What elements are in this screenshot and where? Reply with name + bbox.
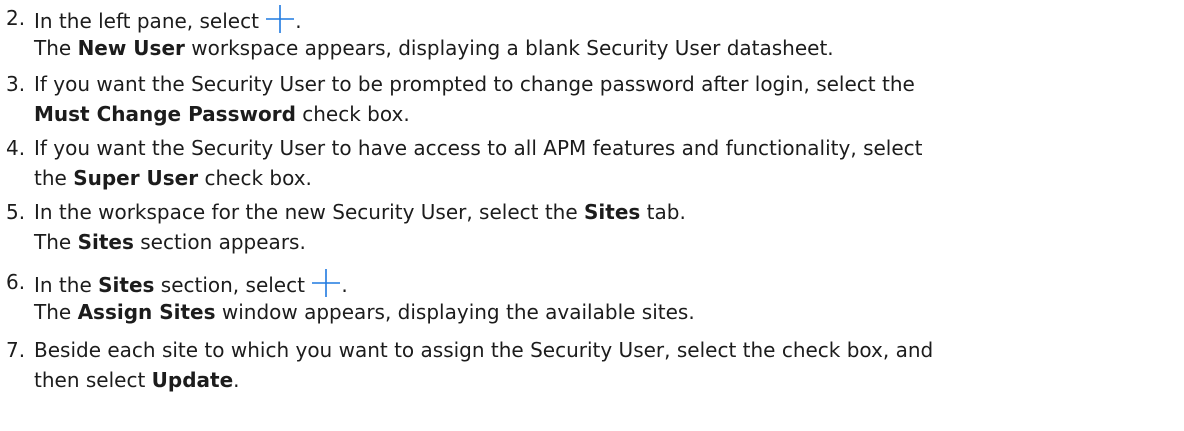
step-result: The Sites section appears.	[34, 230, 306, 254]
step-text: If you want the Security User to be prom…	[34, 72, 915, 96]
plus-icon	[311, 268, 341, 298]
step-number: 3.	[6, 72, 26, 96]
step-number: 7.	[6, 338, 26, 362]
plus-icon	[265, 4, 295, 34]
step-text-continued: then select Update.	[34, 368, 240, 392]
step-text: In the Sites section, select .	[34, 268, 348, 299]
step-number: 5.	[6, 200, 26, 224]
update-label: Update	[151, 368, 234, 392]
step-text: In the workspace for the new Security Us…	[34, 200, 686, 224]
step-number: 4.	[6, 136, 26, 160]
step-result: The New User workspace appears, displayi…	[34, 36, 834, 60]
step-result: The Assign Sites window appears, display…	[34, 300, 695, 324]
step-text-continued: the Super User check box.	[34, 166, 312, 190]
step-number: 2.	[6, 6, 26, 30]
new-user-label: New User	[77, 36, 185, 60]
step-text: If you want the Security User to have ac…	[34, 136, 923, 160]
super-user-label: Super User	[73, 166, 199, 190]
assign-sites-label: Assign Sites	[77, 300, 216, 324]
step-text: Beside each site to which you want to as…	[34, 338, 934, 362]
sites-tab-label: Sites	[584, 200, 641, 224]
step-text: In the left pane, select .	[34, 4, 302, 35]
step-text-continued: Must Change Password check box.	[34, 102, 410, 126]
must-change-password-label: Must Change Password	[34, 102, 296, 126]
step-number: 6.	[6, 270, 26, 294]
sites-section-label: Sites	[98, 273, 155, 297]
sites-section-label: Sites	[77, 230, 134, 254]
